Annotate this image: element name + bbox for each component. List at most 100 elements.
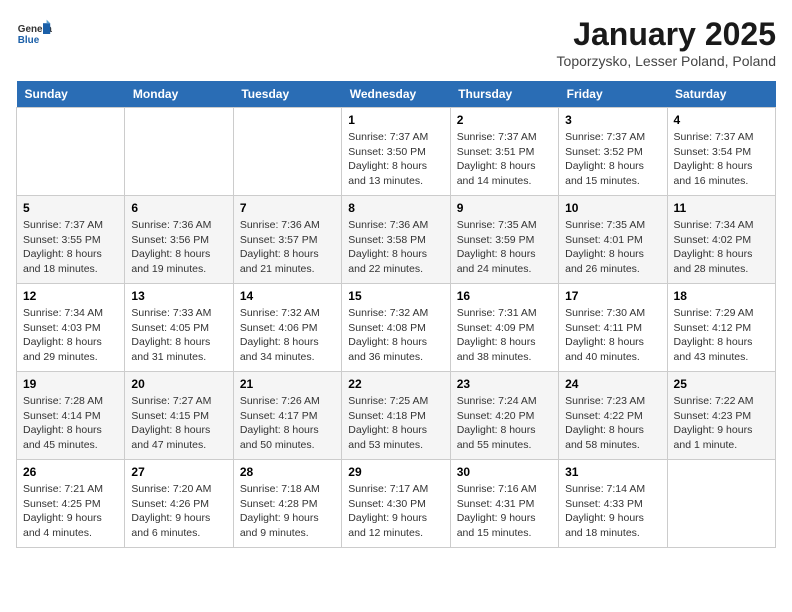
weekday-header-wednesday: Wednesday (342, 81, 450, 108)
calendar-day-17: 17Sunrise: 7:30 AMSunset: 4:11 PMDayligh… (559, 284, 667, 372)
calendar-day-8: 8 Sunrise: 7:36 AMSunset: 3:58 PMDaylight… (342, 196, 450, 284)
day-info: Sunrise: 7:21 AMSunset: 4:25 PMDaylight:… (23, 482, 118, 541)
month-title: January 2025 (557, 16, 776, 53)
calendar-day-20: 20 Sunrise: 7:27 AMSunset: 4:15 PMDayligh… (125, 372, 233, 460)
day-number: 26 (23, 465, 118, 479)
day-info: Sunrise: 7:23 AMSunset: 4:22 PMDaylight:… (565, 394, 660, 453)
title-block: January 2025 Toporzysko, Lesser Poland, … (557, 16, 776, 69)
weekday-header-sunday: Sunday (17, 81, 125, 108)
weekday-header-friday: Friday (559, 81, 667, 108)
calendar-empty-cell (233, 108, 341, 196)
location-subtitle: Toporzysko, Lesser Poland, Poland (557, 53, 776, 69)
day-info: Sunrise: 7:32 AMSunset: 4:08 PMDaylight:… (348, 306, 443, 365)
day-info: Sunrise: 7:37 AMSunset: 3:52 PMDaylight:… (565, 130, 660, 189)
calendar-day-7: 7 Sunrise: 7:36 AMSunset: 3:57 PMDaylight… (233, 196, 341, 284)
day-info: Sunrise: 7:29 AMSunset: 4:12 PMDaylight:… (674, 306, 769, 365)
calendar-day-18: 18 Sunrise: 7:29 AMSunset: 4:12 PMDayligh… (667, 284, 775, 372)
day-number: 28 (240, 465, 335, 479)
day-info: Sunrise: 7:18 AMSunset: 4:28 PMDaylight:… (240, 482, 335, 541)
day-info: Sunrise: 7:35 AMSunset: 4:01 PMDaylight:… (565, 218, 660, 277)
day-number: 6 (131, 201, 226, 215)
calendar-day-26: 26 Sunrise: 7:21 AMSunset: 4:25 PMDayligh… (17, 460, 125, 548)
calendar-day-5: 5 Sunrise: 7:37 AMSunset: 3:55 PMDaylight… (17, 196, 125, 284)
day-number: 16 (457, 289, 552, 303)
day-info: Sunrise: 7:24 AMSunset: 4:20 PMDaylight:… (457, 394, 552, 453)
calendar-day-11: 11 Sunrise: 7:34 AMSunset: 4:02 PMDayligh… (667, 196, 775, 284)
svg-text:Blue: Blue (18, 35, 40, 46)
calendar-day-2: 2 Sunrise: 7:37 AMSunset: 3:51 PMDaylight… (450, 108, 558, 196)
day-number: 24 (565, 377, 660, 391)
calendar-day-16: 16 Sunrise: 7:31 AMSunset: 4:09 PMDayligh… (450, 284, 558, 372)
calendar-day-4: 4 Sunrise: 7:37 AMSunset: 3:54 PMDaylight… (667, 108, 775, 196)
day-info: Sunrise: 7:16 AMSunset: 4:31 PMDaylight:… (457, 482, 552, 541)
day-number: 3 (565, 113, 660, 127)
calendar-day-21: 21 Sunrise: 7:26 AMSunset: 4:17 PMDayligh… (233, 372, 341, 460)
calendar-day-14: 14 Sunrise: 7:32 AMSunset: 4:06 PMDayligh… (233, 284, 341, 372)
calendar-day-23: 23 Sunrise: 7:24 AMSunset: 4:20 PMDayligh… (450, 372, 558, 460)
weekday-header-thursday: Thursday (450, 81, 558, 108)
weekday-header-saturday: Saturday (667, 81, 775, 108)
calendar-day-25: 25 Sunrise: 7:22 AMSunset: 4:23 PMDayligh… (667, 372, 775, 460)
day-info: Sunrise: 7:32 AMSunset: 4:06 PMDaylight:… (240, 306, 335, 365)
day-info: Sunrise: 7:36 AMSunset: 3:58 PMDaylight:… (348, 218, 443, 277)
weekday-header-row: SundayMondayTuesdayWednesdayThursdayFrid… (17, 81, 776, 108)
day-number: 12 (23, 289, 118, 303)
day-number: 29 (348, 465, 443, 479)
day-info: Sunrise: 7:26 AMSunset: 4:17 PMDaylight:… (240, 394, 335, 453)
day-info: Sunrise: 7:34 AMSunset: 4:03 PMDaylight:… (23, 306, 118, 365)
day-info: Sunrise: 7:17 AMSunset: 4:30 PMDaylight:… (348, 482, 443, 541)
calendar-empty-cell (17, 108, 125, 196)
calendar-day-30: 30Sunrise: 7:16 AMSunset: 4:31 PMDayligh… (450, 460, 558, 548)
day-info: Sunrise: 7:37 AMSunset: 3:55 PMDaylight:… (23, 218, 118, 277)
day-info: Sunrise: 7:31 AMSunset: 4:09 PMDaylight:… (457, 306, 552, 365)
logo-icon: General Blue (16, 16, 52, 52)
day-info: Sunrise: 7:37 AMSunset: 3:54 PMDaylight:… (674, 130, 769, 189)
day-number: 27 (131, 465, 226, 479)
calendar-day-19: 19Sunrise: 7:28 AMSunset: 4:14 PMDayligh… (17, 372, 125, 460)
day-number: 14 (240, 289, 335, 303)
day-number: 8 (348, 201, 443, 215)
calendar-day-1: 1 Sunrise: 7:37 AMSunset: 3:50 PMDaylight… (342, 108, 450, 196)
day-number: 25 (674, 377, 769, 391)
weekday-header-tuesday: Tuesday (233, 81, 341, 108)
day-number: 18 (674, 289, 769, 303)
day-number: 17 (565, 289, 660, 303)
calendar-day-31: 31Sunrise: 7:14 AMSunset: 4:33 PMDayligh… (559, 460, 667, 548)
day-info: Sunrise: 7:27 AMSunset: 4:15 PMDaylight:… (131, 394, 226, 453)
calendar-week-row: 19Sunrise: 7:28 AMSunset: 4:14 PMDayligh… (17, 372, 776, 460)
day-info: Sunrise: 7:34 AMSunset: 4:02 PMDaylight:… (674, 218, 769, 277)
calendar-day-12: 12 Sunrise: 7:34 AMSunset: 4:03 PMDayligh… (17, 284, 125, 372)
day-info: Sunrise: 7:37 AMSunset: 3:50 PMDaylight:… (348, 130, 443, 189)
calendar-day-3: 3 Sunrise: 7:37 AMSunset: 3:52 PMDaylight… (559, 108, 667, 196)
day-info: Sunrise: 7:33 AMSunset: 4:05 PMDaylight:… (131, 306, 226, 365)
day-number: 2 (457, 113, 552, 127)
weekday-header-monday: Monday (125, 81, 233, 108)
day-number: 5 (23, 201, 118, 215)
calendar-day-15: 15Sunrise: 7:32 AMSunset: 4:08 PMDayligh… (342, 284, 450, 372)
day-number: 10 (565, 201, 660, 215)
day-info: Sunrise: 7:22 AMSunset: 4:23 PMDaylight:… (674, 394, 769, 453)
calendar-day-24: 24 Sunrise: 7:23 AMSunset: 4:22 PMDayligh… (559, 372, 667, 460)
day-info: Sunrise: 7:36 AMSunset: 3:56 PMDaylight:… (131, 218, 226, 277)
day-info: Sunrise: 7:37 AMSunset: 3:51 PMDaylight:… (457, 130, 552, 189)
calendar-week-row: 1 Sunrise: 7:37 AMSunset: 3:50 PMDaylight… (17, 108, 776, 196)
calendar-table: SundayMondayTuesdayWednesdayThursdayFrid… (16, 81, 776, 548)
day-info: Sunrise: 7:36 AMSunset: 3:57 PMDaylight:… (240, 218, 335, 277)
day-number: 23 (457, 377, 552, 391)
day-number: 7 (240, 201, 335, 215)
calendar-day-22: 22Sunrise: 7:25 AMSunset: 4:18 PMDayligh… (342, 372, 450, 460)
day-info: Sunrise: 7:35 AMSunset: 3:59 PMDaylight:… (457, 218, 552, 277)
day-number: 13 (131, 289, 226, 303)
logo: General Blue (16, 16, 52, 52)
day-info: Sunrise: 7:20 AMSunset: 4:26 PMDaylight:… (131, 482, 226, 541)
calendar-day-13: 13 Sunrise: 7:33 AMSunset: 4:05 PMDayligh… (125, 284, 233, 372)
day-number: 1 (348, 113, 443, 127)
day-number: 4 (674, 113, 769, 127)
calendar-empty-cell (125, 108, 233, 196)
day-number: 11 (674, 201, 769, 215)
calendar-day-28: 28 Sunrise: 7:18 AMSunset: 4:28 PMDayligh… (233, 460, 341, 548)
calendar-day-10: 10 Sunrise: 7:35 AMSunset: 4:01 PMDayligh… (559, 196, 667, 284)
day-info: Sunrise: 7:28 AMSunset: 4:14 PMDaylight:… (23, 394, 118, 453)
day-number: 21 (240, 377, 335, 391)
day-number: 20 (131, 377, 226, 391)
